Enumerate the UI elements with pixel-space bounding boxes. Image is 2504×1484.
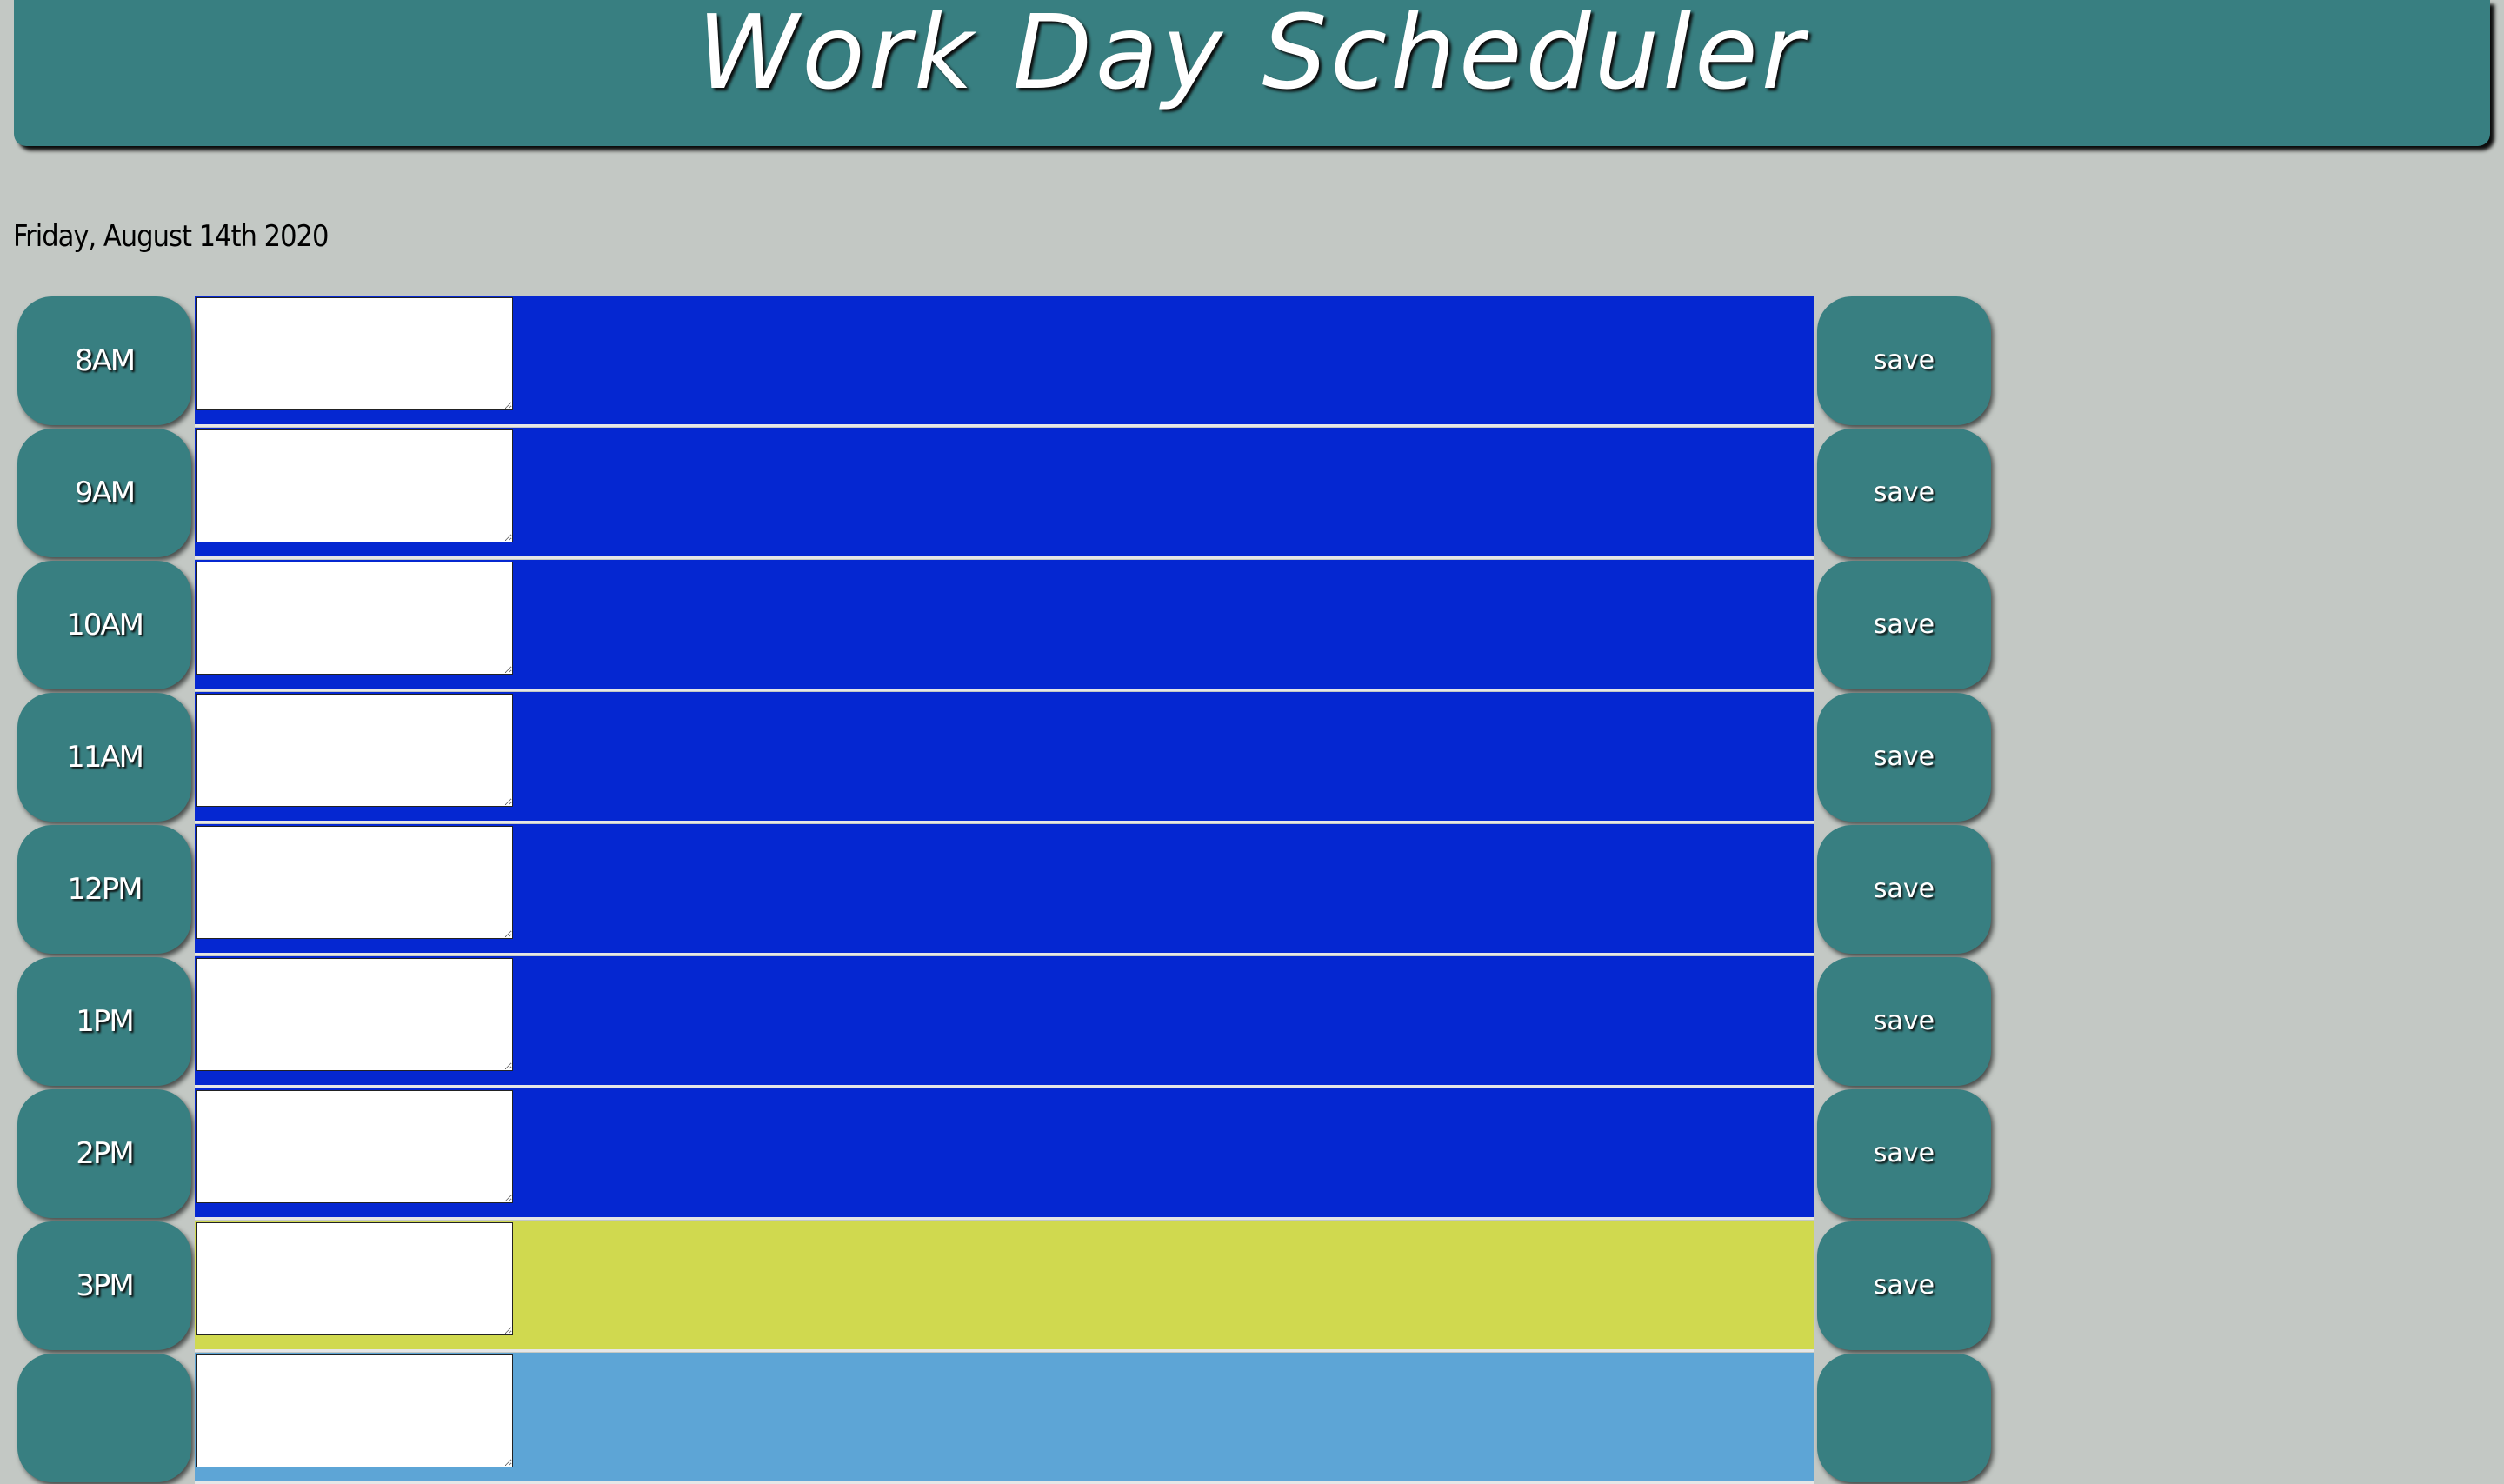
- page-title: Work Day Scheduler: [696, 0, 1808, 112]
- jumbotron-header: Work Day Scheduler: [14, 0, 2490, 146]
- description-textarea[interactable]: [196, 1090, 513, 1203]
- time-block-row: 8AM save: [0, 296, 2000, 427]
- time-block-row: 11AM save: [0, 692, 2000, 823]
- time-block: [195, 1353, 1814, 1484]
- time-block-row: 1PM save: [0, 956, 2000, 1088]
- time-block-row: 10AM save: [0, 560, 2000, 691]
- save-button[interactable]: save: [1817, 296, 1991, 425]
- time-block: [195, 692, 1814, 823]
- hour-label: [17, 1354, 191, 1482]
- hour-label: 2PM: [17, 1089, 191, 1218]
- description-textarea[interactable]: [196, 694, 513, 807]
- save-button[interactable]: save: [1817, 825, 1991, 954]
- hour-label: 8AM: [17, 296, 191, 425]
- time-block-row: 2PM save: [0, 1088, 2000, 1220]
- time-block-row: 12PM save: [0, 824, 2000, 955]
- time-block: [195, 428, 1814, 559]
- description-textarea[interactable]: [196, 429, 513, 542]
- time-block-row: [0, 1353, 2000, 1484]
- hour-label: 10AM: [17, 561, 191, 689]
- save-button[interactable]: save: [1817, 561, 1991, 689]
- time-block-row: 3PM save: [0, 1221, 2000, 1352]
- description-textarea[interactable]: [196, 1222, 513, 1335]
- save-button[interactable]: save: [1817, 429, 1991, 557]
- description-textarea[interactable]: [196, 297, 513, 410]
- hour-label: 1PM: [17, 957, 191, 1086]
- time-block: [195, 296, 1814, 427]
- save-button[interactable]: save: [1817, 957, 1991, 1086]
- time-block: [195, 1088, 1814, 1220]
- time-block-row: 9AM save: [0, 428, 2000, 559]
- description-textarea[interactable]: [196, 826, 513, 939]
- time-block: [195, 1221, 1814, 1352]
- hour-label: 12PM: [17, 825, 191, 954]
- hour-label: 3PM: [17, 1221, 191, 1350]
- description-textarea[interactable]: [196, 958, 513, 1071]
- time-block: [195, 956, 1814, 1088]
- time-block: [195, 560, 1814, 691]
- save-button[interactable]: [1817, 1354, 1991, 1482]
- hour-label: 9AM: [17, 429, 191, 557]
- description-textarea[interactable]: [196, 1354, 513, 1467]
- hour-label: 11AM: [17, 693, 191, 822]
- save-button[interactable]: save: [1817, 693, 1991, 822]
- current-day: Friday, August 14th 2020: [13, 219, 329, 254]
- save-button[interactable]: save: [1817, 1221, 1991, 1350]
- save-button[interactable]: save: [1817, 1089, 1991, 1218]
- description-textarea[interactable]: [196, 562, 513, 675]
- time-block: [195, 824, 1814, 955]
